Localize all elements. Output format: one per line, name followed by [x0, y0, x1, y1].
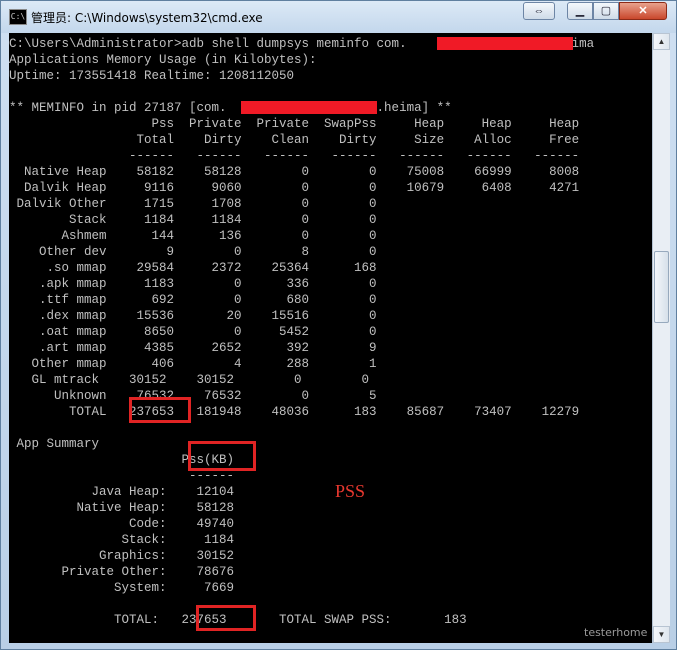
close-button[interactable]: ✕	[619, 2, 667, 20]
table-row: Ashmem 144 136 0 0	[9, 229, 377, 243]
table-row-total: TOTAL 237653 181948 48036 183 85687 7340…	[9, 405, 580, 419]
table-row: Dalvik Heap 9116 9060 0 0 10679 6408 427…	[9, 181, 580, 195]
redaction-bar	[437, 37, 573, 50]
summary-row: Java Heap: 12104	[9, 485, 235, 499]
table-row: Dalvik Other 1715 1708 0 0	[9, 197, 377, 211]
scroll-down-arrow-icon[interactable]: ▼	[653, 626, 670, 643]
highlight-box-total-pss	[129, 397, 191, 423]
pss-annotation-label: PSS	[335, 481, 366, 501]
summary-row: Native Heap: 58128	[9, 501, 235, 515]
vertical-scrollbar[interactable]: ▲ ▼	[652, 33, 670, 643]
highlight-box-pss-header	[188, 441, 256, 471]
table-row: .so mmap 29584 2372 25364 168	[9, 261, 377, 275]
table-row: .dex mmap 15536 20 15516 0	[9, 309, 377, 323]
highlight-box-summary-total	[196, 605, 256, 631]
table-header-row: Total Dirty Clean Dirty Size Alloc Free	[9, 133, 580, 147]
summary-row: Graphics: 30152	[9, 549, 235, 563]
table-header-row: Pss Private Private SwapPss Heap Heap He…	[9, 117, 580, 131]
cmd-app-icon: C:\	[9, 9, 27, 25]
app-summary-heading: App Summary	[9, 437, 100, 451]
table-row: Other dev 9 0 8 0	[9, 245, 377, 259]
summary-row: System: 7669	[9, 581, 235, 595]
scroll-up-arrow-icon[interactable]: ▲	[653, 33, 670, 50]
summary-row: Stack: 1184	[9, 533, 235, 547]
table-row: .ttf mmap 692 0 680 0	[9, 293, 377, 307]
redaction-bar	[241, 101, 377, 114]
title-bar[interactable]: C:\ 管理员: C:\Windows\system32\cmd.exe ⇔ ▁…	[1, 1, 676, 33]
table-row: Unknown 76532 76532 0 5	[9, 389, 377, 403]
table-row: Native Heap 58182 58128 0 0 75008 66999 …	[9, 165, 580, 179]
table-row: .oat mmap 8650 0 5452 0	[9, 325, 377, 339]
table-divider: ------ ------ ------ ------ ------ -----…	[9, 149, 580, 163]
console-line: Applications Memory Usage (in Kilobytes)…	[9, 53, 317, 67]
console-output[interactable]: C:\Users\Administrator>adb shell dumpsys…	[9, 33, 652, 643]
restore-layout-button[interactable]: ⇔	[523, 2, 555, 20]
minimize-button[interactable]: ▁	[567, 2, 593, 20]
table-row: Other mmap 406 4 288 1	[9, 357, 377, 371]
window-title: 管理员: C:\Windows\system32\cmd.exe	[31, 11, 263, 25]
summary-row: Private Other: 78676	[9, 565, 235, 579]
cmd-window: C:\ 管理员: C:\Windows\system32\cmd.exe ⇔ ▁…	[0, 0, 677, 650]
table-row: Stack 1184 1184 0 0	[9, 213, 377, 227]
console-line: Uptime: 173551418 Realtime: 1208112050	[9, 69, 295, 83]
watermark: testerhome	[584, 626, 648, 639]
maximize-button[interactable]: ▢	[593, 2, 619, 20]
table-row: GL mtrack 30152 30152 0 0	[9, 373, 370, 387]
table-row: .apk mmap 1183 0 336 0	[9, 277, 377, 291]
console-line-meminfo-header: ** MEMINFO in pid 27187 [com. .heima] **	[9, 101, 452, 115]
scrollbar-thumb[interactable]	[654, 251, 669, 323]
summary-row: Code: 49740	[9, 517, 235, 531]
table-row: .art mmap 4385 2652 392 9	[9, 341, 377, 355]
